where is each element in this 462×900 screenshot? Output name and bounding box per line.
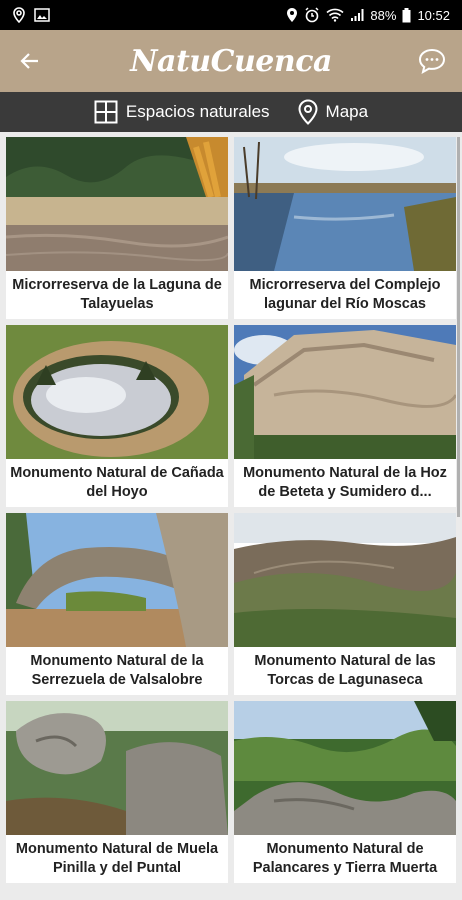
space-title: Monumento Natural de la Serrezuela de Va…	[30, 653, 204, 688]
space-photo	[6, 513, 228, 647]
app-bar: NatuCuenca	[0, 30, 462, 92]
space-photo	[234, 325, 456, 459]
space-card[interactable]: Monumento Natural de Cañada del Hoyo	[6, 325, 228, 507]
location-icon	[286, 7, 298, 23]
back-button[interactable]	[0, 30, 60, 92]
space-photo	[234, 513, 456, 647]
space-card[interactable]: Microrreserva del Complejo lagunar del R…	[234, 137, 456, 319]
space-title: Monumento Natural de Cañada del Hoyo	[10, 465, 224, 500]
space-card[interactable]: Monumento Natural de las Torcas de Lagun…	[234, 513, 456, 695]
space-photo	[234, 137, 456, 271]
back-arrow-icon	[20, 53, 38, 69]
space-title: Microrreserva del Complejo lagunar del R…	[249, 277, 441, 312]
space-card[interactable]: Monumento Natural de Muela Pinilla y del…	[6, 701, 228, 883]
app-logo: NatuCuenca	[130, 43, 332, 79]
location-icon	[12, 7, 26, 23]
space-photo	[6, 325, 228, 459]
battery-icon	[402, 7, 411, 23]
space-title: Monumento Natural de la Hoz de Beteta y …	[243, 465, 447, 500]
alarm-icon	[304, 7, 320, 23]
space-card[interactable]: Monumento Natural de la Serrezuela de Va…	[6, 513, 228, 695]
tab-label: Mapa	[325, 102, 369, 121]
chat-button[interactable]	[402, 30, 462, 92]
grid-icon	[94, 100, 118, 124]
space-photo	[234, 701, 456, 835]
battery-level: 88%	[370, 7, 397, 23]
space-card[interactable]: Monumento Natural de Palancares y Tierra…	[234, 701, 456, 883]
map-pin-icon	[298, 99, 318, 125]
space-title: Microrreserva de la Laguna de Talayuelas	[12, 277, 222, 312]
space-photo	[6, 701, 228, 835]
spaces-grid: Microrreserva de la Laguna de Talayuelas…	[6, 137, 456, 883]
space-card[interactable]: Microrreserva de la Laguna de Talayuelas	[6, 137, 228, 319]
tab-map[interactable]: Mapa	[298, 99, 369, 125]
tab-label: Espacios naturales	[125, 102, 270, 121]
space-title: Monumento Natural de Muela Pinilla y del…	[15, 841, 219, 876]
scrollbar[interactable]	[457, 137, 460, 517]
clock: 10:52	[417, 7, 450, 23]
status-bar: 88% 10:52	[0, 0, 462, 30]
wifi-icon	[326, 8, 344, 22]
space-title: Monumento Natural de Palancares y Tierra…	[252, 841, 438, 876]
tab-bar: Espacios naturales Mapa	[0, 92, 462, 132]
signal-icon	[350, 8, 364, 22]
space-photo	[6, 137, 228, 271]
image-icon	[34, 8, 50, 22]
space-card[interactable]: Monumento Natural de la Hoz de Beteta y …	[234, 325, 456, 507]
tab-natural-spaces[interactable]: Espacios naturales	[94, 100, 270, 124]
chat-bubble-icon	[418, 48, 446, 74]
space-title: Monumento Natural de las Torcas de Lagun…	[254, 653, 436, 688]
